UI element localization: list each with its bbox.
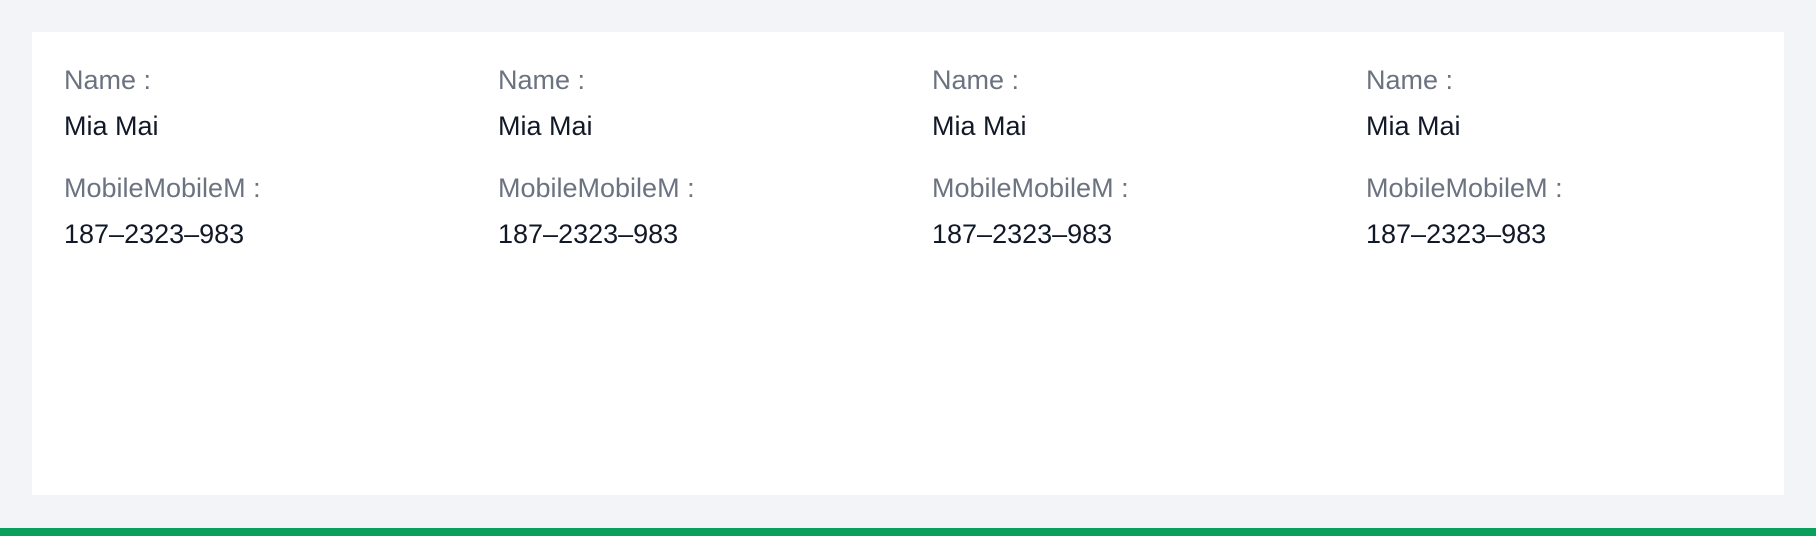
description-column-1: Name : Mia Mai MobileMobileM : 187–2323–… [64, 60, 498, 276]
mobile-label: MobileMobileM : [1366, 173, 1563, 203]
name-value: Mia Mai [64, 111, 159, 141]
name-value: Mia Mai [498, 111, 593, 141]
name-item: Name : Mia Mai [498, 60, 932, 146]
mobile-item: MobileMobileM : 187–2323–983 [64, 168, 498, 254]
mobile-label: MobileMobileM : [498, 173, 695, 203]
mobile-item: MobileMobileM : 187–2323–983 [498, 168, 932, 254]
name-value: Mia Mai [932, 111, 1027, 141]
description-column-4: Name : Mia Mai MobileMobileM : 187–2323–… [1366, 60, 1800, 276]
mobile-value: 187–2323–983 [498, 219, 679, 249]
mobile-value: 187–2323–983 [64, 219, 245, 249]
mobile-item: MobileMobileM : 187–2323–983 [1366, 168, 1800, 254]
name-item: Name : Mia Mai [1366, 60, 1800, 146]
description-column-2: Name : Mia Mai MobileMobileM : 187–2323–… [498, 60, 932, 276]
name-value: Mia Mai [1366, 111, 1461, 141]
name-label: Name : [1366, 65, 1454, 95]
mobile-value: 187–2323–983 [1366, 219, 1547, 249]
name-item: Name : Mia Mai [64, 60, 498, 146]
mobile-label: MobileMobileM : [64, 173, 261, 203]
description-column-3: Name : Mia Mai MobileMobileM : 187–2323–… [932, 60, 1366, 276]
mobile-item: MobileMobileM : 187–2323–983 [932, 168, 1366, 254]
mobile-value: 187–2323–983 [932, 219, 1113, 249]
descriptions-card: Name : Mia Mai MobileMobileM : 187–2323–… [32, 32, 1784, 495]
bottom-accent-bar [0, 528, 1816, 536]
name-label: Name : [932, 65, 1020, 95]
name-label: Name : [64, 65, 152, 95]
name-item: Name : Mia Mai [932, 60, 1366, 146]
name-label: Name : [498, 65, 586, 95]
mobile-label: MobileMobileM : [932, 173, 1129, 203]
page: Name : Mia Mai MobileMobileM : 187–2323–… [0, 0, 1816, 536]
